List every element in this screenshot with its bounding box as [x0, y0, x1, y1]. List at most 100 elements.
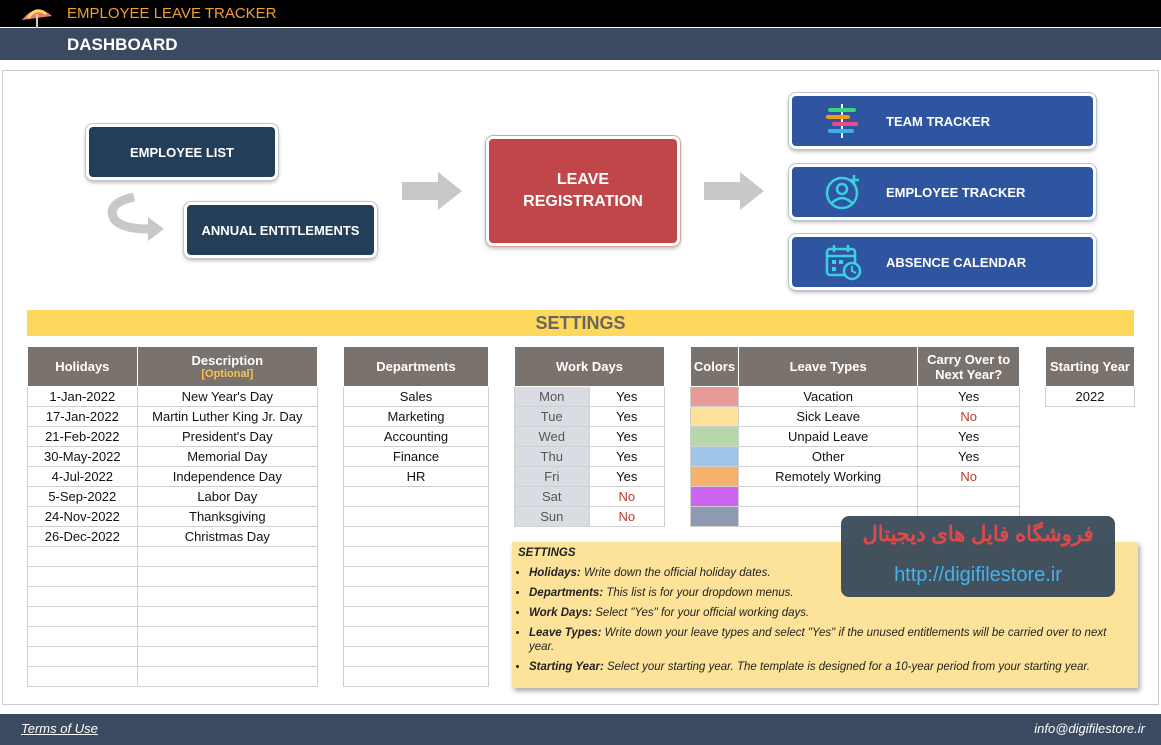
color-swatch[interactable]: [690, 446, 739, 467]
absence-calendar-button[interactable]: ABSENCE CALENDAR: [789, 234, 1096, 290]
empty-cell[interactable]: [27, 626, 138, 647]
color-swatch[interactable]: [690, 426, 739, 447]
leave-type-cell[interactable]: [737, 486, 919, 507]
empty-cell[interactable]: [27, 546, 138, 567]
team-tracker-button[interactable]: TEAM TRACKER: [789, 93, 1096, 149]
table-row: 24-Nov-2022 Thanksgiving: [27, 506, 319, 527]
carry-over-select[interactable]: [917, 486, 1020, 507]
leave-type-cell[interactable]: Other: [737, 446, 919, 467]
empty-cell[interactable]: [343, 546, 489, 567]
holiday-date[interactable]: 24-Nov-2022: [27, 506, 138, 527]
department-cell[interactable]: Accounting: [343, 426, 489, 447]
table-row: Marketing: [343, 406, 489, 427]
terms-of-use-link[interactable]: Terms of Use: [21, 721, 98, 736]
work-days-header: Work Days: [514, 346, 665, 387]
color-swatch[interactable]: [690, 386, 739, 407]
workday-select[interactable]: Yes: [588, 386, 666, 407]
starting-year-table: Starting Year 2022: [1045, 346, 1135, 407]
holiday-date[interactable]: 30-May-2022: [27, 446, 138, 467]
empty-cell[interactable]: [343, 626, 489, 647]
watermark-overlay: فروشگاه فایل های دیجیتال http://digifile…: [841, 516, 1115, 597]
team-tracker-label: TEAM TRACKER: [886, 113, 990, 129]
empty-cell[interactable]: [343, 666, 489, 687]
leave-type-cell[interactable]: Remotely Working: [737, 466, 919, 487]
weekday-label: Sun: [514, 506, 590, 527]
holiday-date[interactable]: 1-Jan-2022: [27, 386, 138, 407]
carry-over-select[interactable]: Yes: [917, 446, 1020, 467]
employee-tracker-button[interactable]: EMPLOYEE TRACKER: [789, 164, 1096, 220]
empty-cell[interactable]: [136, 586, 319, 607]
workday-select[interactable]: Yes: [588, 446, 666, 467]
holiday-date[interactable]: 26-Dec-2022: [27, 526, 138, 547]
table-row: 1-Jan-2022 New Year's Day: [27, 386, 319, 407]
note-label: Holidays:: [529, 567, 581, 579]
holiday-description[interactable]: New Year's Day: [136, 386, 319, 407]
table-row: Sun No: [514, 506, 666, 527]
color-swatch[interactable]: [690, 506, 739, 527]
empty-cell[interactable]: [136, 606, 319, 627]
table-row: Sick Leave No: [690, 406, 1020, 427]
leave-type-cell[interactable]: Sick Leave: [737, 406, 919, 427]
workday-select[interactable]: Yes: [588, 406, 666, 427]
empty-cell[interactable]: [343, 646, 489, 667]
empty-cell[interactable]: [343, 526, 489, 547]
empty-cell[interactable]: [27, 566, 138, 587]
empty-cell[interactable]: [136, 546, 319, 567]
holiday-date[interactable]: 5-Sep-2022: [27, 486, 138, 507]
holiday-description[interactable]: Christmas Day: [136, 526, 319, 547]
workday-select[interactable]: No: [588, 506, 666, 527]
empty-cell[interactable]: [343, 586, 489, 607]
holiday-description[interactable]: President's Day: [136, 426, 319, 447]
leave-type-cell[interactable]: Unpaid Leave: [737, 426, 919, 447]
table-row: [27, 606, 319, 627]
starting-year-select[interactable]: 2022: [1045, 386, 1135, 407]
carry-over-select[interactable]: Yes: [917, 426, 1020, 447]
settings-banner: SETTINGS: [27, 310, 1134, 336]
holiday-date[interactable]: 21-Feb-2022: [27, 426, 138, 447]
calendar-clock-icon: [824, 243, 862, 281]
workday-select[interactable]: Yes: [588, 426, 666, 447]
note-label: Starting Year:: [529, 661, 604, 673]
empty-cell[interactable]: [136, 646, 319, 667]
holiday-description[interactable]: Labor Day: [136, 486, 319, 507]
holiday-description[interactable]: Independence Day: [136, 466, 319, 487]
holiday-date[interactable]: 17-Jan-2022: [27, 406, 138, 427]
empty-cell[interactable]: [343, 506, 489, 527]
empty-cell[interactable]: [136, 626, 319, 647]
department-cell[interactable]: Finance: [343, 446, 489, 467]
workday-select[interactable]: Yes: [588, 466, 666, 487]
holiday-description[interactable]: Thanksgiving: [136, 506, 319, 527]
empty-cell[interactable]: [343, 606, 489, 627]
empty-cell[interactable]: [27, 666, 138, 687]
note-text: Select your starting year. The template …: [603, 661, 1090, 673]
watermark-url: http://digifilestore.ir: [894, 564, 1062, 586]
leave-type-cell[interactable]: Vacation: [737, 386, 919, 407]
carry-over-select[interactable]: No: [917, 406, 1020, 427]
description-header-label: Description: [191, 353, 264, 368]
empty-cell[interactable]: [27, 646, 138, 667]
color-swatch[interactable]: [690, 406, 739, 427]
empty-cell[interactable]: [27, 606, 138, 627]
employee-list-button[interactable]: EMPLOYEE LIST: [86, 124, 278, 180]
holiday-description[interactable]: Martin Luther King Jr. Day: [136, 406, 319, 427]
note-label: Work Days:: [529, 607, 593, 619]
workday-select[interactable]: No: [588, 486, 666, 507]
leave-registration-label-line2: REGISTRATION: [523, 193, 643, 210]
empty-cell[interactable]: [343, 566, 489, 587]
empty-cell[interactable]: [27, 586, 138, 607]
department-cell[interactable]: Marketing: [343, 406, 489, 427]
department-cell[interactable]: Sales: [343, 386, 489, 407]
department-cell[interactable]: HR: [343, 466, 489, 487]
color-swatch[interactable]: [690, 466, 739, 487]
annual-entitlements-button[interactable]: ANNUAL ENTITLEMENTS: [184, 202, 377, 258]
leave-registration-button[interactable]: LEAVE REGISTRATION: [486, 136, 680, 246]
carry-over-select[interactable]: No: [917, 466, 1020, 487]
empty-cell[interactable]: [136, 666, 319, 687]
carry-over-select[interactable]: Yes: [917, 386, 1020, 407]
color-swatch[interactable]: [690, 486, 739, 507]
holiday-description[interactable]: Memorial Day: [136, 446, 319, 467]
empty-cell[interactable]: [136, 566, 319, 587]
arrow-right-icon: [402, 172, 462, 210]
empty-cell[interactable]: [343, 486, 489, 507]
holiday-date[interactable]: 4-Jul-2022: [27, 466, 138, 487]
